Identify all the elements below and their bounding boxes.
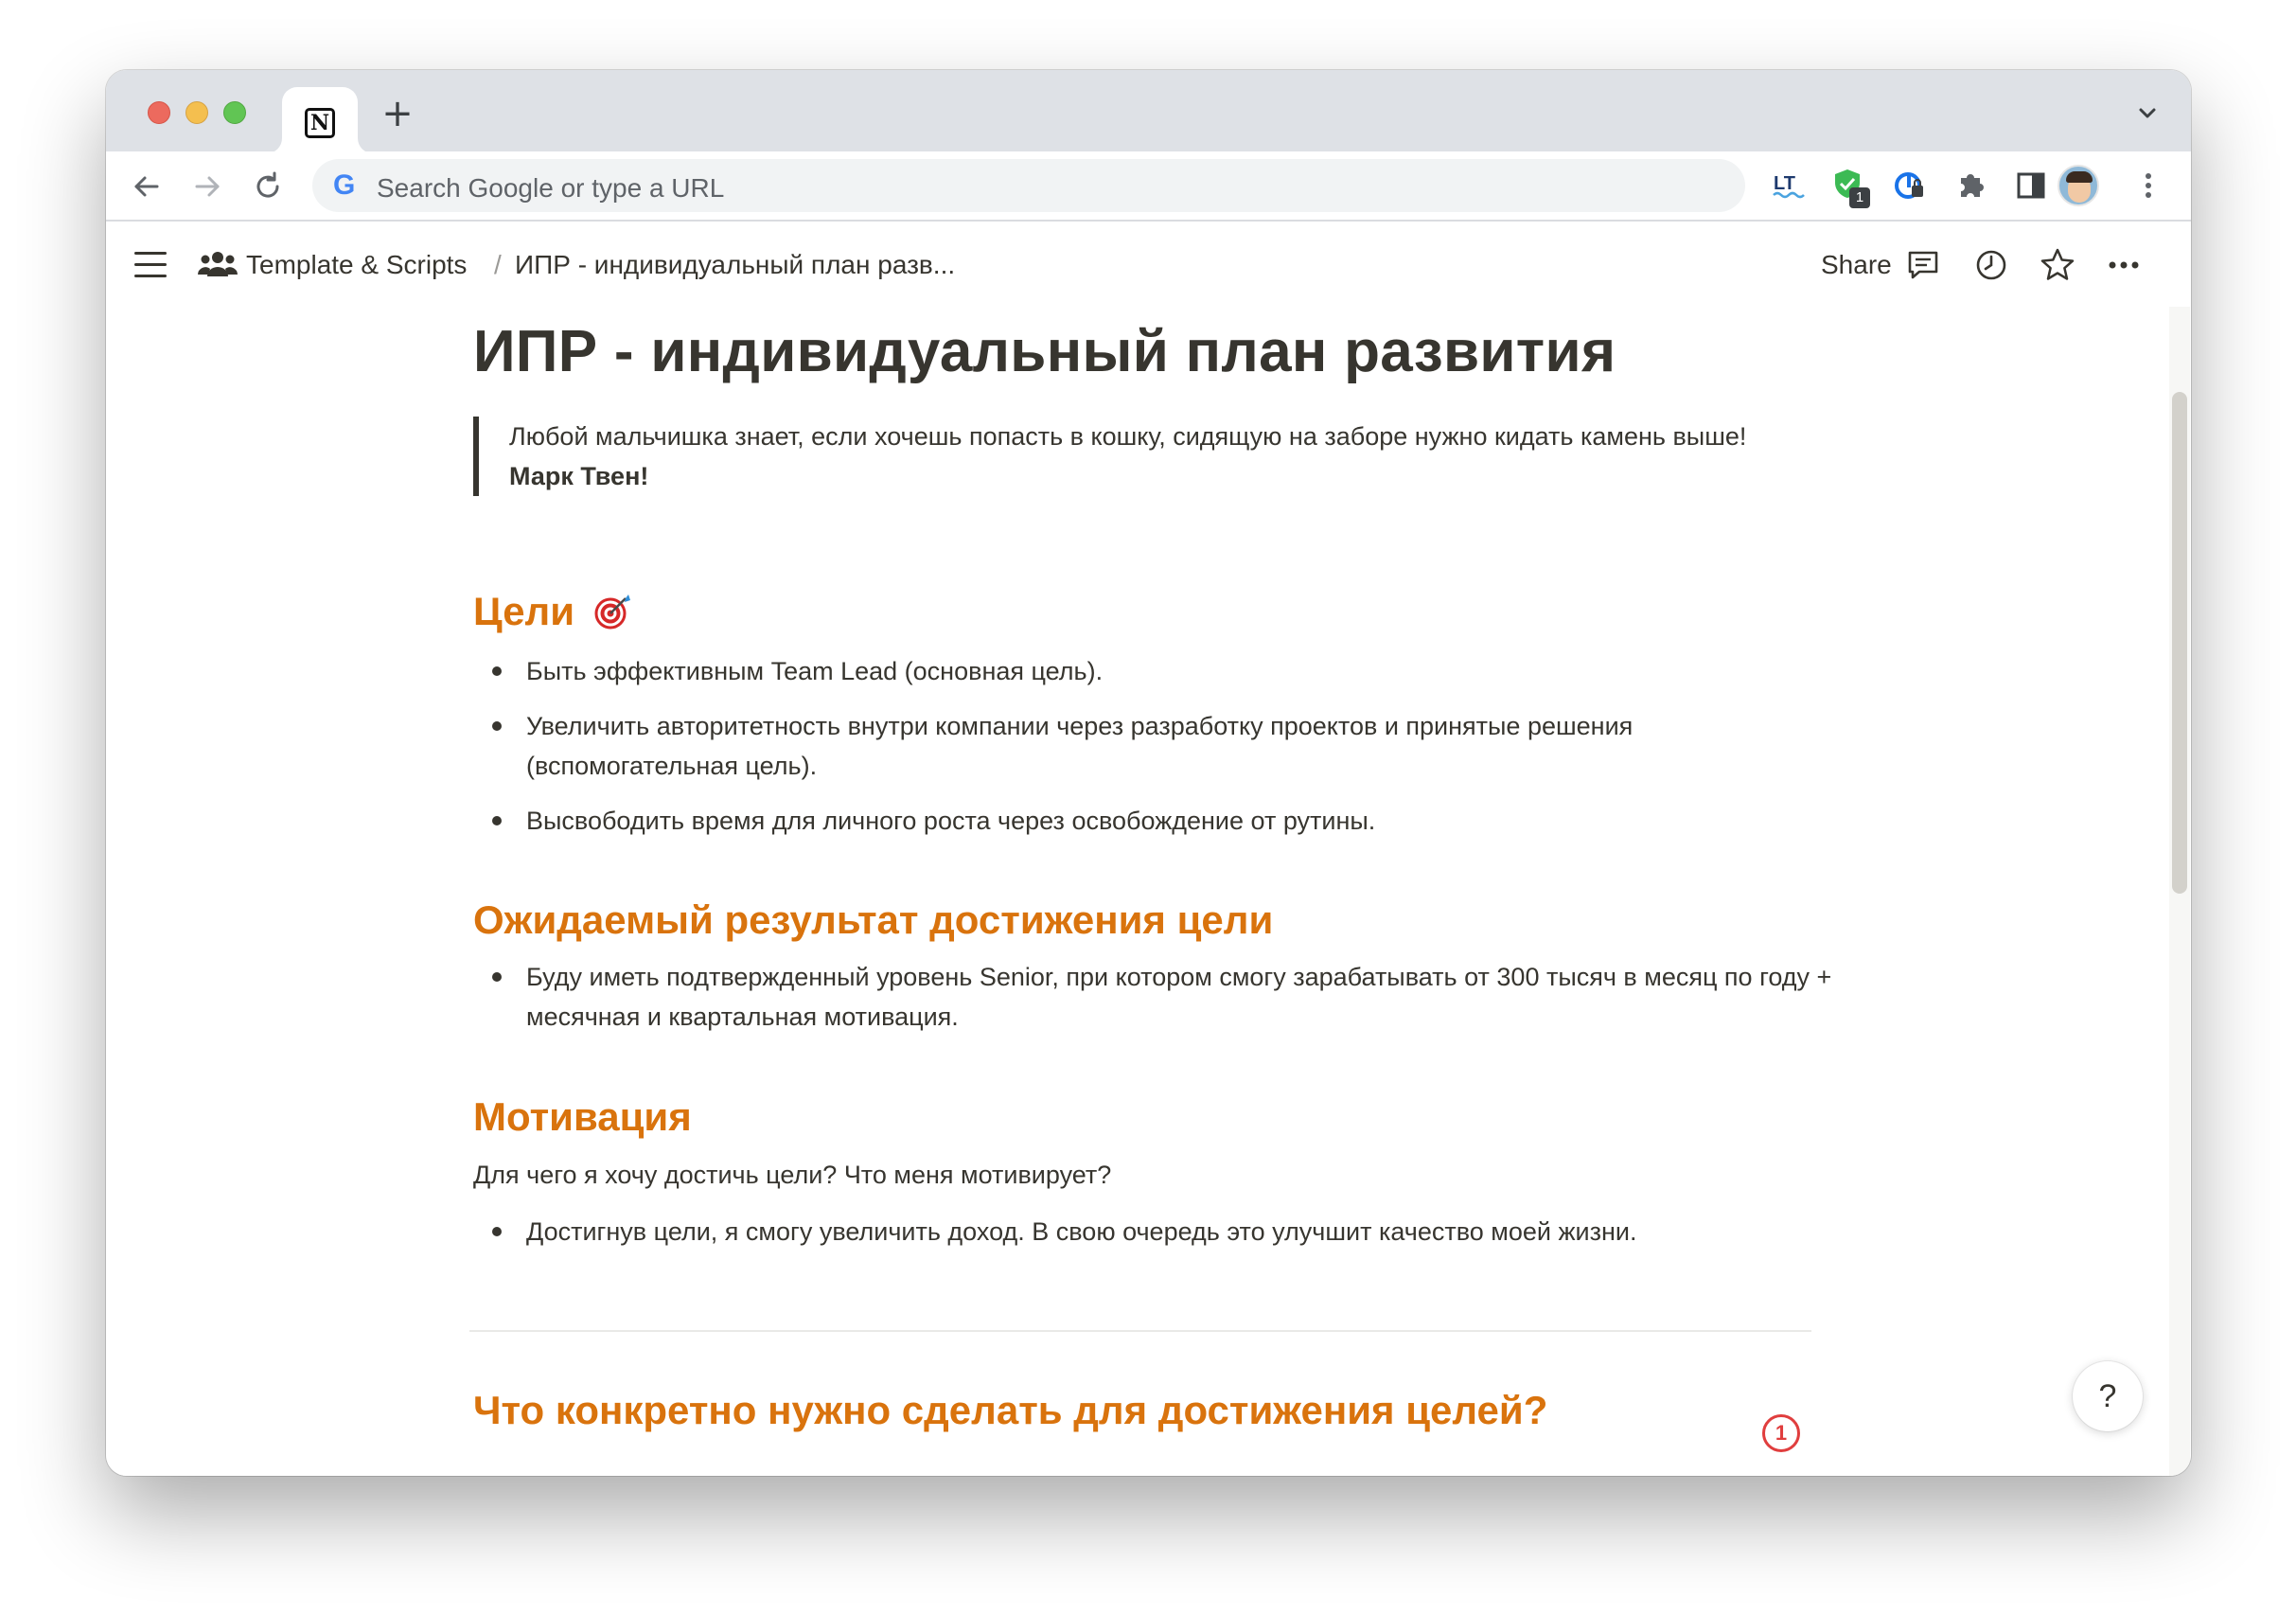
heading-expected-result[interactable]: Ожидаемый результат достижения цели	[473, 897, 1273, 943]
comment-icon[interactable]	[1904, 246, 1942, 284]
dart-target-icon	[594, 595, 630, 630]
share-button[interactable]: Share	[1821, 250, 1892, 280]
extension-badge: 1	[1849, 187, 1870, 208]
svg-text:LT: LT	[1774, 173, 1795, 194]
notion-logo-icon: N	[305, 108, 335, 138]
chevron-down-icon[interactable]	[2134, 100, 2161, 127]
back-arrow-icon[interactable]	[129, 169, 165, 204]
list-item[interactable]: Высвободить время для личного роста чере…	[473, 801, 1836, 841]
breadcrumb-separator: /	[494, 250, 502, 279]
browser-window: N + G Search Google or type a URL LT 1 T…	[106, 70, 2191, 1476]
close-window-button[interactable]	[148, 101, 170, 124]
heading-goals[interactable]: Цели	[473, 589, 631, 634]
sidebar-menu-icon[interactable]	[134, 252, 167, 278]
motivation-list: Достигнув цели, я смогу увеличить доход.…	[473, 1212, 1836, 1267]
forward-arrow-icon[interactable]	[189, 169, 225, 204]
list-item[interactable]: Увеличить авторитетность внутри компании…	[473, 706, 1836, 786]
browser-toolbar: G Search Google or type a URL LT 1	[106, 151, 2191, 222]
quote-block[interactable]: Любой мальчишка знает, если хочешь попас…	[473, 417, 1817, 496]
browser-tab-notion[interactable]: N	[282, 87, 358, 153]
list-item[interactable]: Быть эффективным Team Lead (основная цел…	[473, 651, 1836, 691]
divider	[469, 1330, 1811, 1332]
avatar[interactable]	[2058, 165, 2099, 206]
password-extension-icon[interactable]	[1891, 167, 1929, 204]
breadcrumb-page[interactable]: ИПР - индивидуальный план разв...	[515, 250, 955, 280]
list-item[interactable]: Буду иметь подтвержденный уровень Senior…	[473, 957, 1836, 1037]
heading-motivation[interactable]: Мотивация	[473, 1094, 692, 1140]
more-options-icon[interactable]	[2105, 246, 2143, 284]
help-button[interactable]: ?	[2073, 1361, 2143, 1431]
breadcrumb-workspace[interactable]: Template & Scripts	[246, 250, 467, 280]
people-icon	[198, 252, 238, 276]
notion-topbar: Template & Scripts / ИПР - индивидуальны…	[106, 222, 2191, 307]
quote-author: Марк Твен!	[509, 462, 649, 490]
kebab-menu-icon[interactable]	[2137, 167, 2160, 204]
page-title[interactable]: ИПР - индивидуальный план развития	[473, 318, 1616, 385]
list-item[interactable]: Достигнув цели, я смогу увеличить доход.…	[473, 1212, 1836, 1251]
puzzle-icon[interactable]	[1952, 167, 1989, 204]
motivation-question[interactable]: Для чего я хочу достичь цели? Что меня м…	[473, 1155, 1111, 1195]
address-bar-placeholder: Search Google or type a URL	[377, 173, 725, 203]
minimize-window-button[interactable]	[185, 101, 208, 124]
shield-extension-icon[interactable]: 1	[1830, 167, 1872, 208]
scrollbar-thumb[interactable]	[2172, 392, 2187, 894]
expected-list: Буду иметь подтвержденный уровень Senior…	[473, 957, 1836, 1052]
quote-text: Любой мальчишка знает, если хочешь попас…	[509, 422, 1747, 451]
new-tab-button[interactable]: +	[379, 95, 416, 133]
goals-list: Быть эффективным Team Lead (основная цел…	[473, 651, 1836, 856]
tab-strip: N +	[106, 70, 2191, 153]
favorite-star-icon[interactable]	[2039, 246, 2076, 284]
notification-counter-badge[interactable]: 1	[1762, 1414, 1800, 1452]
maximize-window-button[interactable]	[223, 101, 246, 124]
reload-icon[interactable]	[250, 169, 286, 204]
history-clock-icon[interactable]	[1972, 246, 2010, 284]
heading-goals-text: Цели	[473, 589, 575, 633]
address-bar[interactable]: G Search Google or type a URL	[312, 159, 1745, 212]
languagetool-icon[interactable]: LT	[1770, 167, 1808, 204]
google-g-icon: G	[333, 169, 356, 201]
sidepanel-icon[interactable]	[2012, 167, 2050, 204]
heading-todo[interactable]: Что конкретно нужно сделать для достижен…	[473, 1388, 1547, 1433]
